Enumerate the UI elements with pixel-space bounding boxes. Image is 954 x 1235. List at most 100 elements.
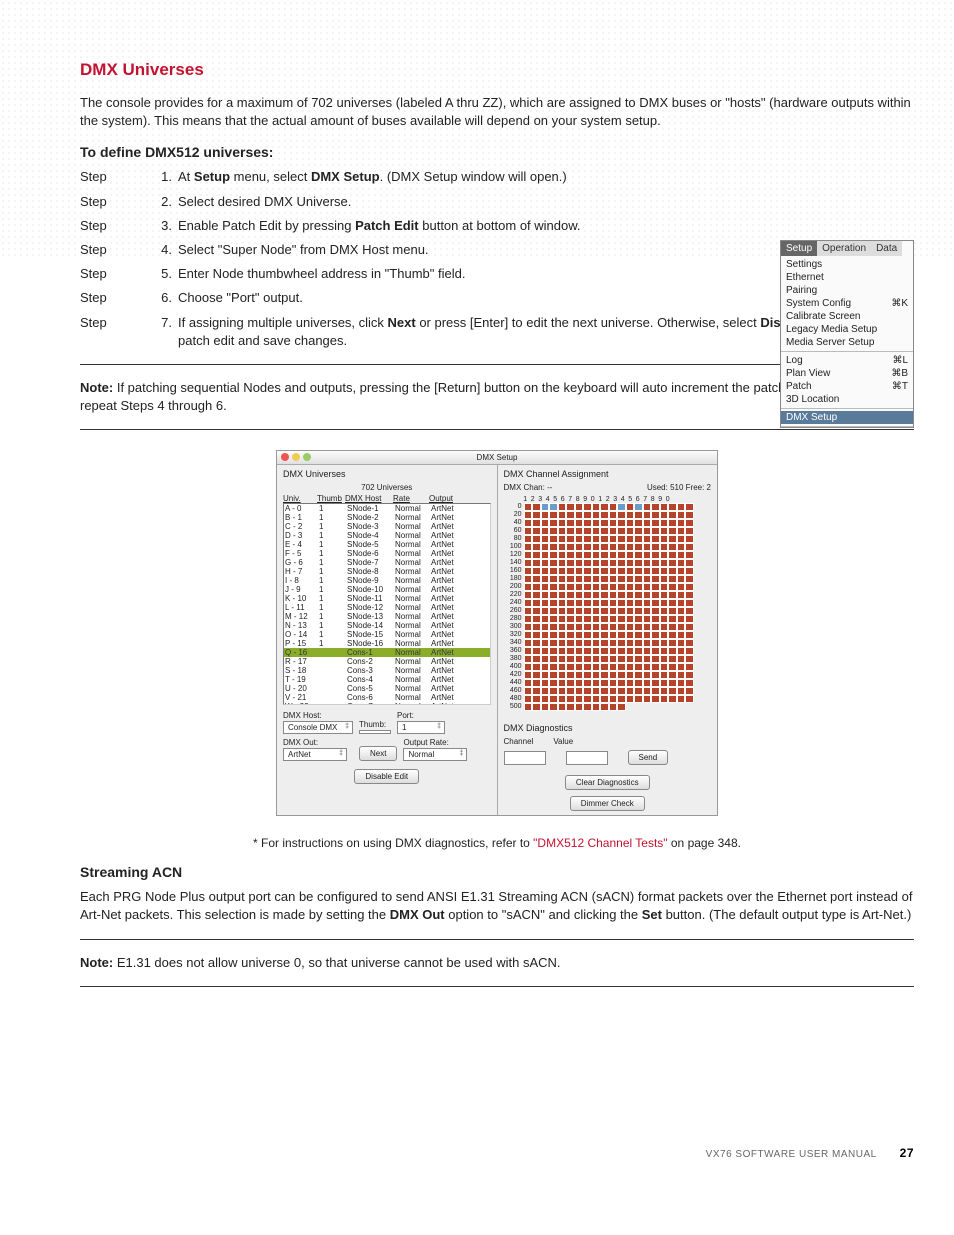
channel-cell[interactable]	[609, 559, 618, 567]
channel-cell[interactable]	[541, 575, 550, 583]
channel-cell[interactable]	[660, 623, 669, 631]
channel-cell[interactable]	[532, 679, 541, 687]
channel-cell[interactable]	[558, 527, 567, 535]
channel-cell[interactable]	[651, 551, 660, 559]
channel-cell[interactable]	[677, 543, 686, 551]
channel-cell[interactable]	[532, 591, 541, 599]
channel-cell[interactable]	[600, 647, 609, 655]
channel-cell[interactable]	[660, 503, 669, 511]
channel-cell[interactable]	[600, 519, 609, 527]
channel-cell[interactable]	[634, 559, 643, 567]
channel-cell[interactable]	[532, 567, 541, 575]
channel-cell[interactable]	[566, 663, 575, 671]
channel-cell[interactable]	[617, 615, 626, 623]
channel-cell[interactable]	[583, 535, 592, 543]
channel-cell[interactable]	[651, 567, 660, 575]
channel-cell[interactable]	[575, 591, 584, 599]
menu-item[interactable]: Pairing	[781, 284, 913, 297]
channel-cell[interactable]	[651, 535, 660, 543]
channel-cell[interactable]	[617, 695, 626, 703]
channel-cell[interactable]	[617, 663, 626, 671]
menu-tab-operation[interactable]: Operation	[817, 241, 871, 256]
channel-cell[interactable]	[634, 599, 643, 607]
channel-cell[interactable]	[643, 687, 652, 695]
channel-cell[interactable]	[609, 551, 618, 559]
channel-cell[interactable]	[609, 583, 618, 591]
channel-cell[interactable]	[677, 511, 686, 519]
table-row[interactable]: B - 11SNode-2NormalArtNet	[284, 513, 490, 522]
channel-cell[interactable]	[668, 647, 677, 655]
channel-cell[interactable]	[634, 607, 643, 615]
channel-cell[interactable]	[600, 687, 609, 695]
channel-cell[interactable]	[677, 695, 686, 703]
table-row[interactable]: D - 31SNode-4NormalArtNet	[284, 531, 490, 540]
channel-cell[interactable]	[617, 519, 626, 527]
close-icon[interactable]	[281, 453, 289, 461]
channel-cell[interactable]	[609, 527, 618, 535]
channel-cell[interactable]	[643, 639, 652, 647]
channel-cell[interactable]	[532, 623, 541, 631]
channel-cell[interactable]	[668, 631, 677, 639]
channel-cell[interactable]	[532, 575, 541, 583]
diag-channel-input[interactable]	[504, 751, 546, 765]
dmx-host-dropdown[interactable]: Console DMX	[283, 721, 353, 734]
channel-cell[interactable]	[609, 575, 618, 583]
channel-cell[interactable]	[660, 679, 669, 687]
channel-cell[interactable]	[532, 503, 541, 511]
channel-cell[interactable]	[651, 543, 660, 551]
channel-cell[interactable]	[566, 535, 575, 543]
channel-cell[interactable]	[617, 575, 626, 583]
channel-cell[interactable]	[634, 663, 643, 671]
channel-cell[interactable]	[651, 599, 660, 607]
channel-cell[interactable]	[592, 551, 601, 559]
channel-cell[interactable]	[677, 671, 686, 679]
clear-diagnostics-button[interactable]: Clear Diagnostics	[565, 775, 650, 790]
table-row[interactable]: T - 19Cons-4NormalArtNet	[284, 675, 490, 684]
channel-cell[interactable]	[660, 599, 669, 607]
channel-cell[interactable]	[583, 647, 592, 655]
disable-edit-button[interactable]: Disable Edit	[354, 769, 419, 784]
channel-cell[interactable]	[575, 631, 584, 639]
channel-cell[interactable]	[677, 615, 686, 623]
channel-cell[interactable]	[651, 647, 660, 655]
channel-cell[interactable]	[626, 655, 635, 663]
channel-cell[interactable]	[532, 615, 541, 623]
channel-cell[interactable]	[609, 591, 618, 599]
channel-cell[interactable]	[592, 535, 601, 543]
channel-cell[interactable]	[643, 591, 652, 599]
channel-cell[interactable]	[660, 695, 669, 703]
channel-cell[interactable]	[634, 671, 643, 679]
table-row[interactable]: L - 111SNode-12NormalArtNet	[284, 603, 490, 612]
channel-cell[interactable]	[558, 503, 567, 511]
channel-cell[interactable]	[685, 639, 694, 647]
channel-cell[interactable]	[651, 671, 660, 679]
channel-cell[interactable]	[592, 599, 601, 607]
channel-cell[interactable]	[600, 559, 609, 567]
channel-cell[interactable]	[643, 567, 652, 575]
channel-cell[interactable]	[600, 511, 609, 519]
channel-cell[interactable]	[549, 567, 558, 575]
channel-cell[interactable]	[583, 615, 592, 623]
channel-cell[interactable]	[626, 639, 635, 647]
channel-cell[interactable]	[617, 591, 626, 599]
channel-cell[interactable]	[549, 679, 558, 687]
channel-cell[interactable]	[524, 559, 533, 567]
channel-cell[interactable]	[685, 535, 694, 543]
channel-cell[interactable]	[524, 567, 533, 575]
channel-cell[interactable]	[643, 527, 652, 535]
channel-cell[interactable]	[558, 551, 567, 559]
channel-cell[interactable]	[566, 519, 575, 527]
channel-cell[interactable]	[634, 655, 643, 663]
channel-cell[interactable]	[558, 607, 567, 615]
channel-cell[interactable]	[524, 519, 533, 527]
channel-cell[interactable]	[626, 615, 635, 623]
channel-cell[interactable]	[541, 591, 550, 599]
channel-cell[interactable]	[592, 503, 601, 511]
channel-cell[interactable]	[592, 655, 601, 663]
channel-cell[interactable]	[575, 567, 584, 575]
channel-cell[interactable]	[617, 623, 626, 631]
channel-cell[interactable]	[583, 703, 592, 711]
channel-cell[interactable]	[617, 511, 626, 519]
channel-cell[interactable]	[549, 623, 558, 631]
channel-cell[interactable]	[583, 623, 592, 631]
